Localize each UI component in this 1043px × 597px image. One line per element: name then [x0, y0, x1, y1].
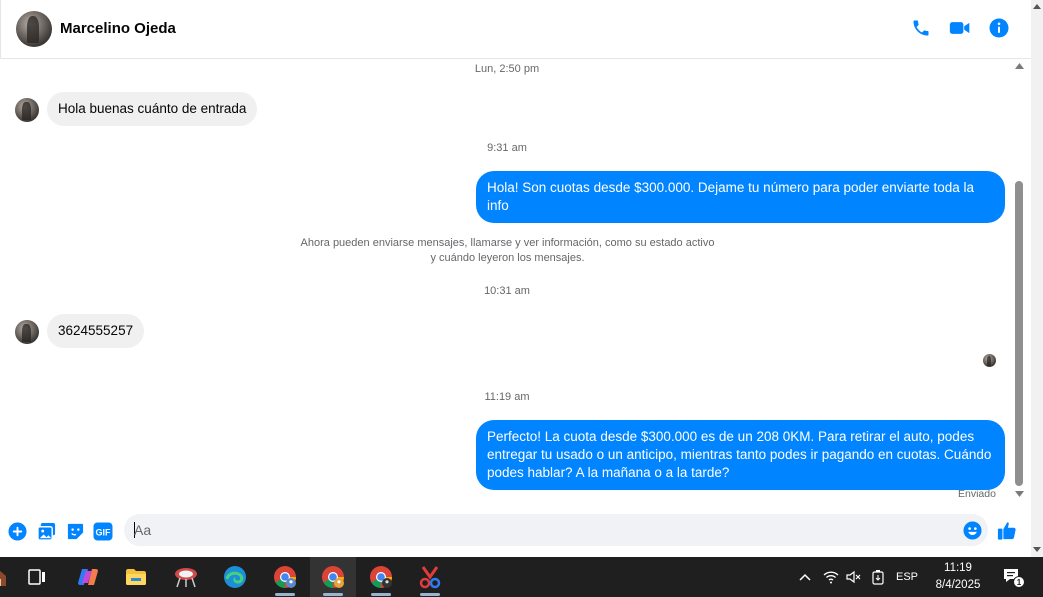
input-language[interactable]: ESP: [893, 557, 921, 597]
chrome-profile-2-icon[interactable]: [310, 557, 356, 597]
tray-chevron-up-icon[interactable]: [795, 557, 815, 597]
notice-line: Ahora pueden enviarse mensajes, llamarse…: [300, 237, 715, 249]
message-timestamp: 11:19 am: [484, 391, 530, 403]
file-explorer-icon[interactable]: [113, 557, 159, 597]
scroll-up-arrow-icon[interactable]: [1013, 60, 1026, 72]
clock-time: 11:19: [944, 562, 972, 574]
chrome-profile-1-icon[interactable]: [262, 557, 308, 597]
conversation-header: Marcelino Ojeda: [0, 0, 1031, 59]
message-timestamp: 10:31 am: [484, 285, 530, 297]
page-scroll-up-icon[interactable]: [1031, 0, 1043, 12]
wifi-icon[interactable]: [820, 557, 842, 597]
scroll-down-arrow-icon[interactable]: [1013, 488, 1026, 500]
contact-name[interactable]: Marcelino Ojeda: [60, 20, 176, 37]
message-status: Enviado: [958, 488, 996, 500]
windows-taskbar: ESP 11:19 8/4/2025 1: [0, 557, 1043, 597]
task-view-icon[interactable]: [14, 557, 60, 597]
outgoing-message[interactable]: Hola! Son cuotas desde $300.000. Dejame …: [476, 171, 1005, 223]
volume-muted-icon[interactable]: [843, 557, 865, 597]
scroll-thumb[interactable]: [1015, 181, 1023, 486]
privacy-notice: Ahora pueden enviarse mensajes, llamarse…: [290, 236, 725, 266]
like-thumbs-up-icon[interactable]: [997, 520, 1017, 540]
notice-line: y cuándo leyeron los mensajes.: [430, 252, 585, 264]
clock-date: 8/4/2025: [935, 579, 981, 591]
svg-text:GIF: GIF: [96, 527, 112, 537]
snipping-app-icon[interactable]: [163, 557, 209, 597]
edge-browser-icon[interactable]: [212, 557, 258, 597]
page-scroll-down-icon[interactable]: [1031, 543, 1043, 555]
widgets-icon[interactable]: [0, 557, 12, 597]
system-clock[interactable]: 11:19 8/4/2025: [922, 560, 994, 594]
notifications-icon[interactable]: 1: [998, 557, 1028, 597]
chrome-profile-3-icon[interactable]: [358, 557, 404, 597]
emoji-icon[interactable]: [962, 520, 982, 540]
message-input[interactable]: [134, 520, 934, 540]
incoming-message[interactable]: Hola buenas cuánto de entrada: [47, 92, 258, 126]
seen-indicator-avatar: [983, 354, 996, 367]
info-icon[interactable]: [988, 17, 1010, 39]
incoming-message[interactable]: 3624555257: [47, 314, 145, 348]
plus-circle-icon[interactable]: [7, 521, 27, 541]
sticker-icon[interactable]: [65, 521, 85, 541]
contact-avatar[interactable]: [16, 11, 52, 47]
gallery-icon[interactable]: [36, 521, 56, 541]
message-timestamp: 9:31 am: [487, 142, 527, 154]
notification-count: 1: [1017, 578, 1022, 587]
outgoing-message[interactable]: Perfecto! La cuota desde $300.000 es de …: [476, 420, 1005, 490]
message-timestamp: Lun, 2:50 pm: [474, 63, 540, 75]
thread-scrollbar[interactable]: [1013, 60, 1026, 500]
page-scrollbar[interactable]: [1031, 0, 1043, 557]
copilot-icon[interactable]: [65, 557, 111, 597]
sender-avatar[interactable]: [15, 320, 39, 344]
video-call-icon[interactable]: [949, 17, 971, 39]
gif-icon[interactable]: GIF: [93, 521, 113, 541]
phone-call-icon[interactable]: [910, 17, 932, 39]
message-input-box[interactable]: [124, 514, 988, 546]
messenger-window: Marcelino Ojeda Lun, 2:50 pm Hola buenas…: [0, 0, 1043, 597]
snip-sketch-icon[interactable]: [407, 557, 453, 597]
message-composer: GIF: [0, 503, 1031, 557]
sender-avatar[interactable]: [15, 98, 39, 122]
battery-icon[interactable]: [867, 557, 889, 597]
